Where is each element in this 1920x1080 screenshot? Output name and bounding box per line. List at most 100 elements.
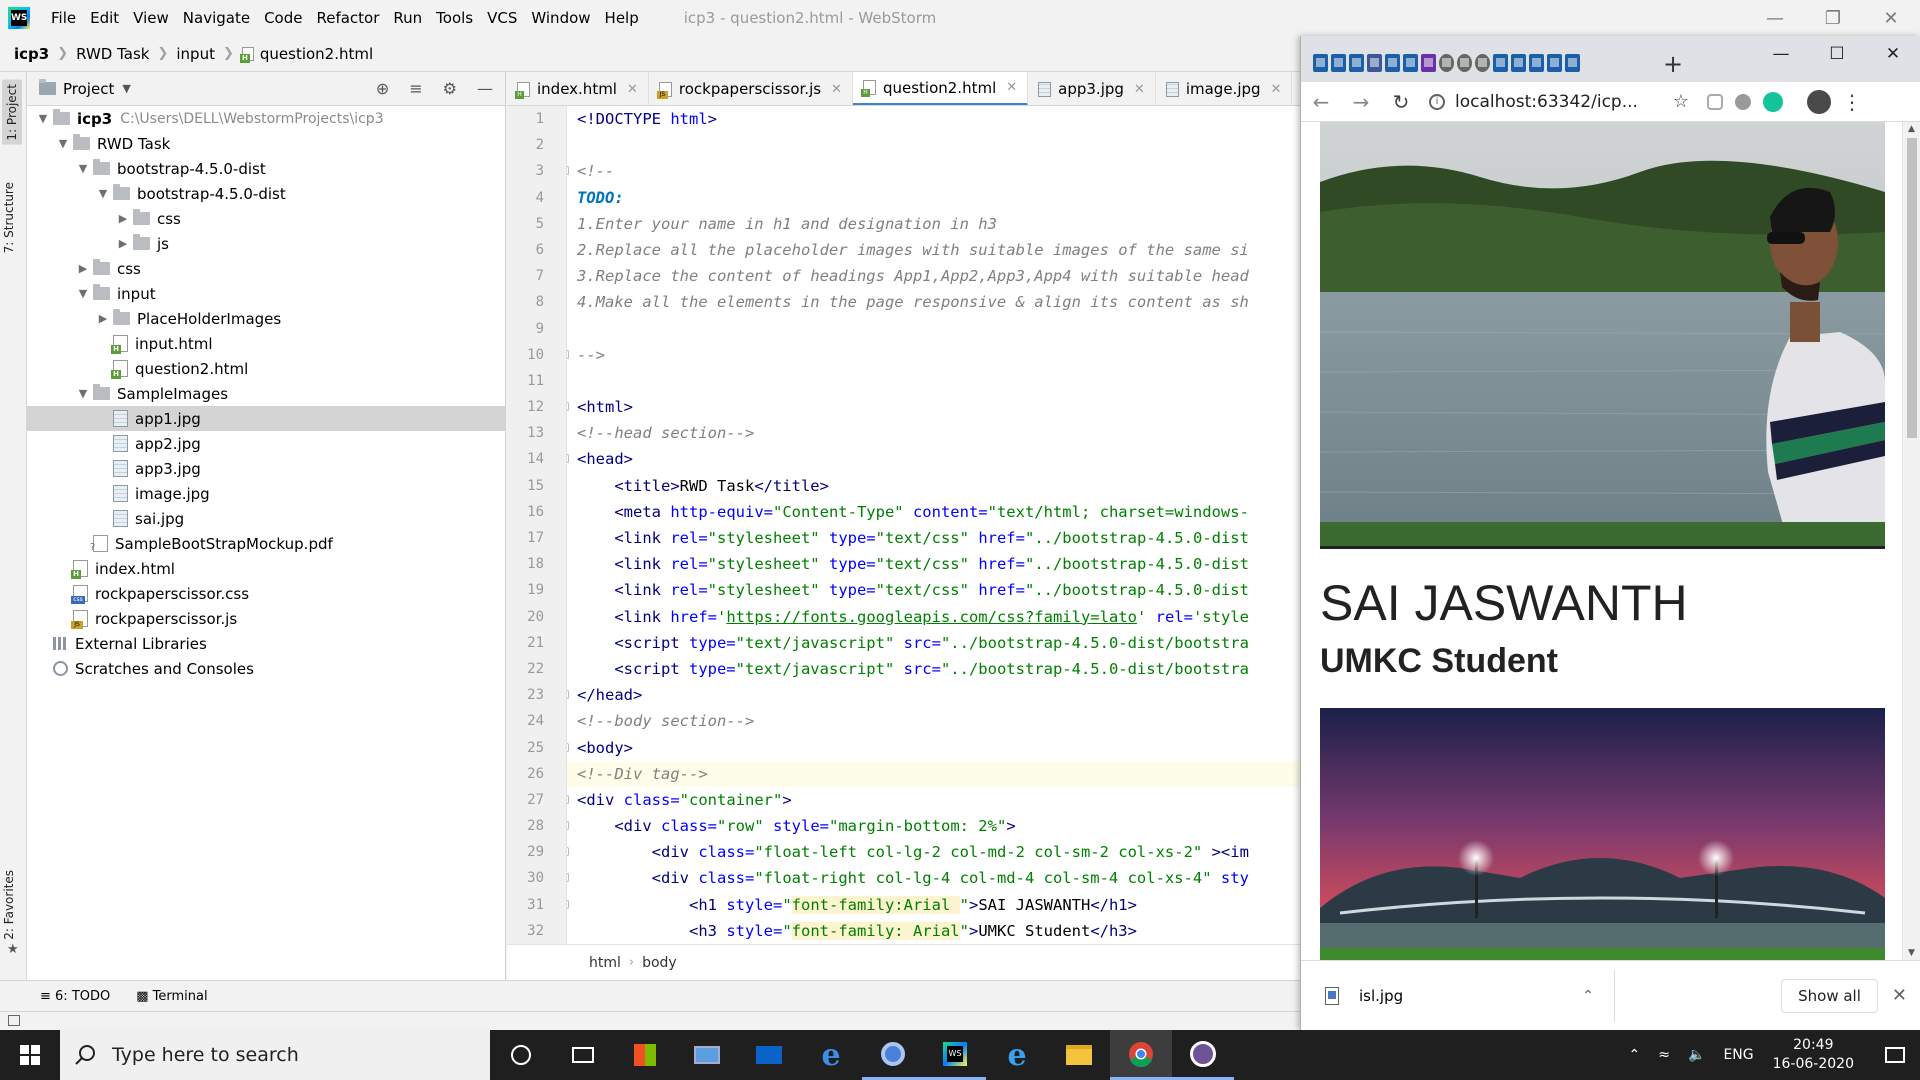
tree-item[interactable]: ▼ input (27, 281, 505, 306)
todo-tool-button[interactable]: ≡ 6: TODO (40, 989, 110, 1004)
volume-icon[interactable]: 🔈 (1688, 1047, 1705, 1063)
tree-item[interactable]: ▶ css (27, 206, 505, 231)
browser-tab[interactable] (1457, 54, 1472, 72)
download-item[interactable]: isl.jpg ⌃ (1325, 969, 1615, 1022)
chevron-down-icon[interactable]: ▼ (93, 187, 113, 200)
cortana-icon[interactable] (490, 1030, 552, 1080)
menu-edit[interactable]: Edit (83, 9, 126, 27)
menu-view[interactable]: View (126, 9, 176, 27)
gear-icon[interactable]: ⚙ (443, 79, 457, 98)
fold-marker-icon[interactable] (567, 690, 569, 700)
notification-icon[interactable] (1870, 1047, 1920, 1063)
tool-tab-structure[interactable]: 7: Structure (2, 182, 16, 253)
close-icon[interactable]: ✕ (1862, 0, 1920, 36)
browser-tab[interactable] (1385, 54, 1400, 72)
locate-file-icon[interactable]: ⊕ (376, 79, 389, 98)
editor-tab[interactable]: rock (1292, 72, 1300, 105)
tree-item[interactable]: image.jpg (27, 481, 505, 506)
more-menu-icon[interactable]: ⋮ (1837, 90, 1867, 114)
project-view-selector[interactable]: Project (63, 80, 114, 98)
browser-tab[interactable] (1421, 54, 1436, 72)
computer-icon[interactable] (676, 1030, 738, 1080)
tree-item[interactable]: Scratches and Consoles (27, 656, 505, 681)
taskbar-search[interactable]: Type here to search (60, 1030, 490, 1080)
browser-tab[interactable] (1331, 54, 1346, 72)
browser-tab[interactable] (1547, 54, 1562, 72)
breadcrumb-project[interactable]: icp3 (14, 45, 49, 63)
input-language[interactable]: ENG (1723, 1047, 1753, 1063)
tool-tab-favorites[interactable]: 2: Favorites (2, 870, 16, 940)
fold-marker-icon[interactable] (567, 847, 569, 857)
tool-tab-project[interactable]: 1: Project (2, 80, 22, 145)
extension-icon[interactable] (1735, 93, 1751, 110)
editor-tab[interactable]: index.html ✕ (507, 72, 649, 105)
editor-crumb-body[interactable]: body (642, 955, 677, 971)
grammarly-icon[interactable] (1763, 91, 1783, 112)
close-icon[interactable]: ✕ (1865, 36, 1920, 72)
chevron-down-icon[interactable]: ▼ (33, 112, 53, 125)
breadcrumb-file[interactable]: question2.html (260, 45, 373, 63)
scrollbar-thumb[interactable] (1907, 138, 1917, 438)
tree-item[interactable]: ▶ js (27, 231, 505, 256)
menu-window[interactable]: Window (524, 9, 597, 27)
tree-item[interactable]: SampleBootStrapMockup.pdf (27, 531, 505, 556)
chevron-down-icon[interactable]: ▼ (53, 137, 73, 150)
show-all-button[interactable]: Show all (1781, 978, 1878, 1013)
chevron-right-icon[interactable]: ▶ (73, 262, 93, 275)
tree-item[interactable]: rockpaperscissor.js (27, 606, 505, 631)
tree-item[interactable]: External Libraries (27, 631, 505, 656)
tree-item[interactable]: app3.jpg (27, 456, 505, 481)
browser-tab[interactable] (1529, 54, 1544, 72)
menu-vcs[interactable]: VCS (480, 9, 524, 27)
tree-item[interactable]: app1.jpg (27, 406, 505, 431)
profile-avatar[interactable] (1807, 89, 1831, 114)
page-scrollbar[interactable]: ▲ ▼ (1902, 122, 1920, 960)
close-icon[interactable]: ✕ (1892, 985, 1907, 1006)
store-icon[interactable] (614, 1030, 676, 1080)
toggle-tool-windows-icon[interactable] (8, 1015, 20, 1026)
chevron-up-icon[interactable]: ⌃ (1582, 988, 1594, 1004)
editor-tab[interactable]: app3.jpg ✕ (1028, 72, 1156, 105)
browser-tab[interactable] (1367, 54, 1382, 72)
edge-icon[interactable]: e (800, 1030, 862, 1080)
minimize-icon[interactable]: — (1753, 36, 1809, 72)
tree-item[interactable]: ▶ PlaceHolderImages (27, 306, 505, 331)
editor-tab[interactable]: rockpaperscissor.js ✕ (649, 72, 853, 105)
system-clock[interactable]: 20:49 16-06-2020 (1773, 1036, 1854, 1074)
editor-crumb-html[interactable]: html (589, 955, 621, 971)
close-tab-icon[interactable]: ✕ (1271, 82, 1282, 97)
close-tab-icon[interactable]: ✕ (1006, 80, 1017, 95)
webstorm-icon[interactable]: WS (924, 1030, 986, 1080)
tree-item[interactable]: rockpaperscissor.css (27, 581, 505, 606)
menu-code[interactable]: Code (257, 9, 309, 27)
close-tab-icon[interactable]: ✕ (831, 82, 842, 97)
browser-tab[interactable] (1313, 54, 1328, 72)
menu-help[interactable]: Help (598, 9, 646, 27)
fold-marker-icon[interactable] (567, 402, 569, 412)
browser-tab[interactable] (1511, 54, 1526, 72)
tree-item[interactable]: ▼ icp3 C:\Users\DELL\WebstormProjects\icp3 (27, 106, 505, 131)
close-tab-icon[interactable]: ✕ (627, 82, 638, 97)
back-arrow-icon[interactable]: ← (1301, 90, 1341, 114)
tree-item[interactable]: ▼ bootstrap-4.5.0-dist (27, 181, 505, 206)
close-tab-icon[interactable]: ✕ (1134, 82, 1145, 97)
menu-tools[interactable]: Tools (429, 9, 480, 27)
browser-tab[interactable] (1349, 54, 1364, 72)
task-view-icon[interactable] (552, 1030, 614, 1080)
mail-icon[interactable] (738, 1030, 800, 1080)
github-icon[interactable] (1172, 1030, 1234, 1080)
collapse-all-icon[interactable]: ≡ (409, 79, 422, 98)
chevron-down-icon[interactable]: ▼ (73, 162, 93, 175)
breadcrumb-folder-rwd[interactable]: RWD Task (76, 45, 149, 63)
menu-run[interactable]: Run (386, 9, 429, 27)
chevron-down-icon[interactable]: ▼ (122, 82, 130, 95)
fold-marker-icon[interactable] (567, 349, 569, 359)
tree-item[interactable]: ▼ SampleImages (27, 381, 505, 406)
chevron-down-icon[interactable]: ▼ (73, 287, 93, 300)
maximize-icon[interactable]: ☐ (1809, 36, 1865, 72)
fold-marker-icon[interactable] (567, 794, 569, 804)
terminal-tool-button[interactable]: ▩ Terminal (136, 989, 207, 1004)
chromium-icon[interactable] (862, 1030, 924, 1080)
bookmark-star-icon[interactable]: ☆ (1661, 91, 1701, 112)
webstorm-logo-icon[interactable]: WS (8, 7, 30, 29)
